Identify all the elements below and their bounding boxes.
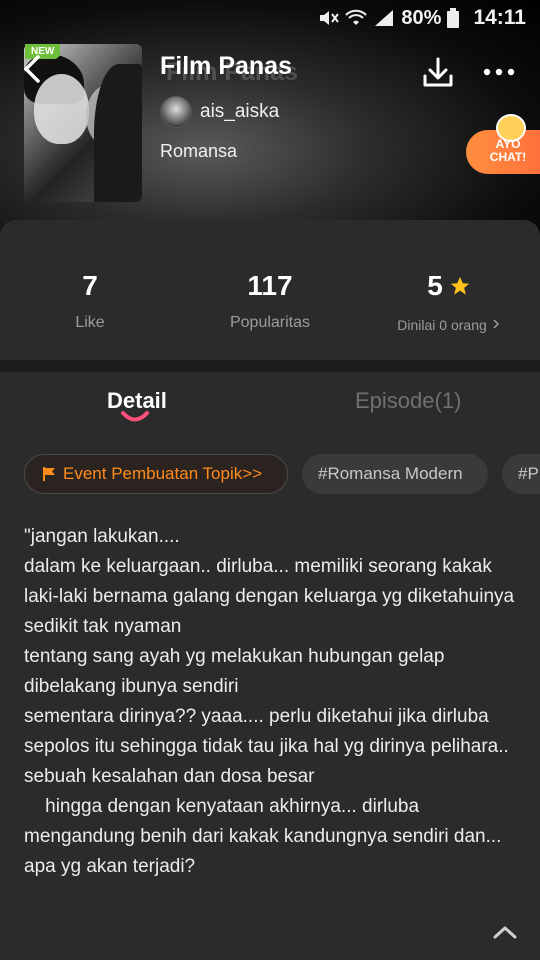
star-icon [450, 276, 469, 295]
like-stat: 7 Like [40, 270, 140, 332]
popularity-stat: 117 Popularitas [200, 270, 340, 332]
signal-icon [375, 10, 394, 26]
tag-chips: Event Pembuatan Topik>> #Romansa Modern … [24, 454, 540, 496]
clock: 14:11 [473, 6, 526, 29]
download-icon[interactable] [420, 54, 456, 90]
battery-percent: 80% [401, 6, 442, 29]
tag-chip-partial[interactable]: #P [502, 454, 540, 494]
mute-icon [320, 11, 340, 25]
battery-icon [447, 8, 460, 28]
more-options-icon[interactable] [478, 56, 520, 88]
popularity-label: Popularitas [229, 314, 311, 331]
stats-row: 7 Like 117 Popularitas 5 Dinilai 0 orang [0, 220, 540, 362]
book-title: Film Panas [160, 52, 292, 80]
tab-bar: Detail Episode(1) [0, 372, 540, 442]
author-avatar[interactable] [160, 96, 192, 128]
header-banner: 80% 14:11 NEW Film Panas Film Panas ais_… [0, 0, 540, 250]
event-chip-label: Event Pembuatan Topik>> [63, 464, 263, 483]
back-button[interactable] [16, 52, 50, 86]
popularity-count: 117 [247, 270, 293, 301]
flag-icon [43, 467, 55, 481]
rating-stat[interactable]: 5 Dinilai 0 orang [384, 270, 514, 333]
chevron-right-icon [493, 319, 499, 329]
genre-label: Romansa [160, 141, 238, 161]
like-count: 7 [82, 270, 98, 301]
section-divider [0, 360, 540, 372]
active-tab-indicator [121, 411, 149, 422]
tag-chip-romansa-modern[interactable]: #Romansa Modern [302, 454, 488, 494]
author-row[interactable]: ais_aiska [160, 96, 279, 128]
author-name[interactable]: ais_aiska [200, 101, 279, 123]
wifi-icon [345, 9, 368, 25]
like-label: Like [75, 314, 105, 331]
status-bar: 80% 14:11 [0, 0, 540, 38]
ayo-chat-label: AYO CHAT! [489, 137, 527, 164]
rating-label: Dinilai 0 orang [397, 317, 487, 333]
event-chip[interactable]: Event Pembuatan Topik>> [24, 454, 288, 494]
synopsis-text: "jangan lakukan.... dalam ke keluargaan.… [24, 526, 515, 877]
rating-value: 5 [427, 270, 443, 301]
tab-episode[interactable]: Episode(1) [355, 388, 461, 414]
chevron-up-icon[interactable] [490, 920, 520, 944]
ayo-chat-button[interactable]: AYO CHAT! [466, 114, 540, 176]
